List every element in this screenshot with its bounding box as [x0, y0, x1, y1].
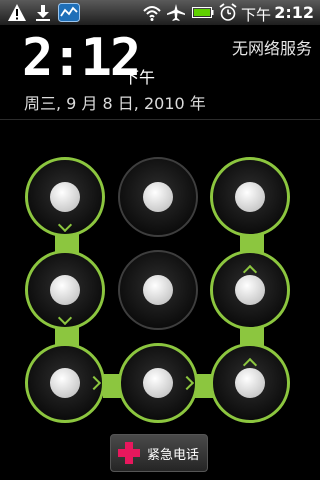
status-ampm: 下午	[240, 6, 271, 24]
chevron-right-icon	[86, 375, 102, 391]
pattern-dot	[235, 275, 265, 305]
chevron-down-icon	[57, 310, 73, 326]
lock-date: 周三, 9 月 8 日, 2010 年	[24, 94, 206, 113]
warning-icon	[8, 4, 26, 21]
pattern-dot	[143, 368, 173, 398]
plus-icon	[118, 442, 140, 464]
status-bar[interactable]: 下午 2:12	[0, 0, 320, 25]
pattern-node[interactable]	[118, 250, 198, 330]
pattern-dot	[143, 275, 173, 305]
lock-clock-time: 2:12	[22, 28, 141, 88]
emergency-call-button[interactable]: 紧急电话	[110, 434, 208, 472]
status-time: 2:12	[274, 3, 314, 22]
lock-clock-ampm: 下午	[123, 68, 156, 87]
pattern-dot	[235, 182, 265, 212]
pattern-node[interactable]	[210, 250, 290, 330]
chevron-right-icon	[179, 375, 195, 391]
pattern-dot	[50, 275, 80, 305]
pattern-dot	[235, 368, 265, 398]
battery-icon	[192, 7, 214, 18]
pattern-dot	[50, 368, 80, 398]
carrier-status: 无网络服务	[231, 39, 312, 58]
pattern-node[interactable]	[118, 157, 198, 237]
airplane-mode-icon	[167, 4, 185, 21]
alarm-icon	[219, 3, 237, 21]
pattern-node[interactable]	[210, 343, 290, 423]
pattern-node[interactable]	[25, 250, 105, 330]
pattern-dot	[50, 182, 80, 212]
pattern-node[interactable]	[25, 157, 105, 237]
app-notification-icon	[58, 3, 80, 22]
chevron-down-icon	[57, 217, 73, 233]
divider	[0, 119, 320, 120]
pattern-node[interactable]	[118, 343, 198, 423]
wifi-icon	[143, 6, 161, 21]
pattern-dot	[143, 182, 173, 212]
pattern-node[interactable]	[25, 343, 105, 423]
pattern-node[interactable]	[210, 157, 290, 237]
download-icon	[36, 5, 50, 21]
emergency-call-label: 紧急电话	[147, 447, 200, 463]
